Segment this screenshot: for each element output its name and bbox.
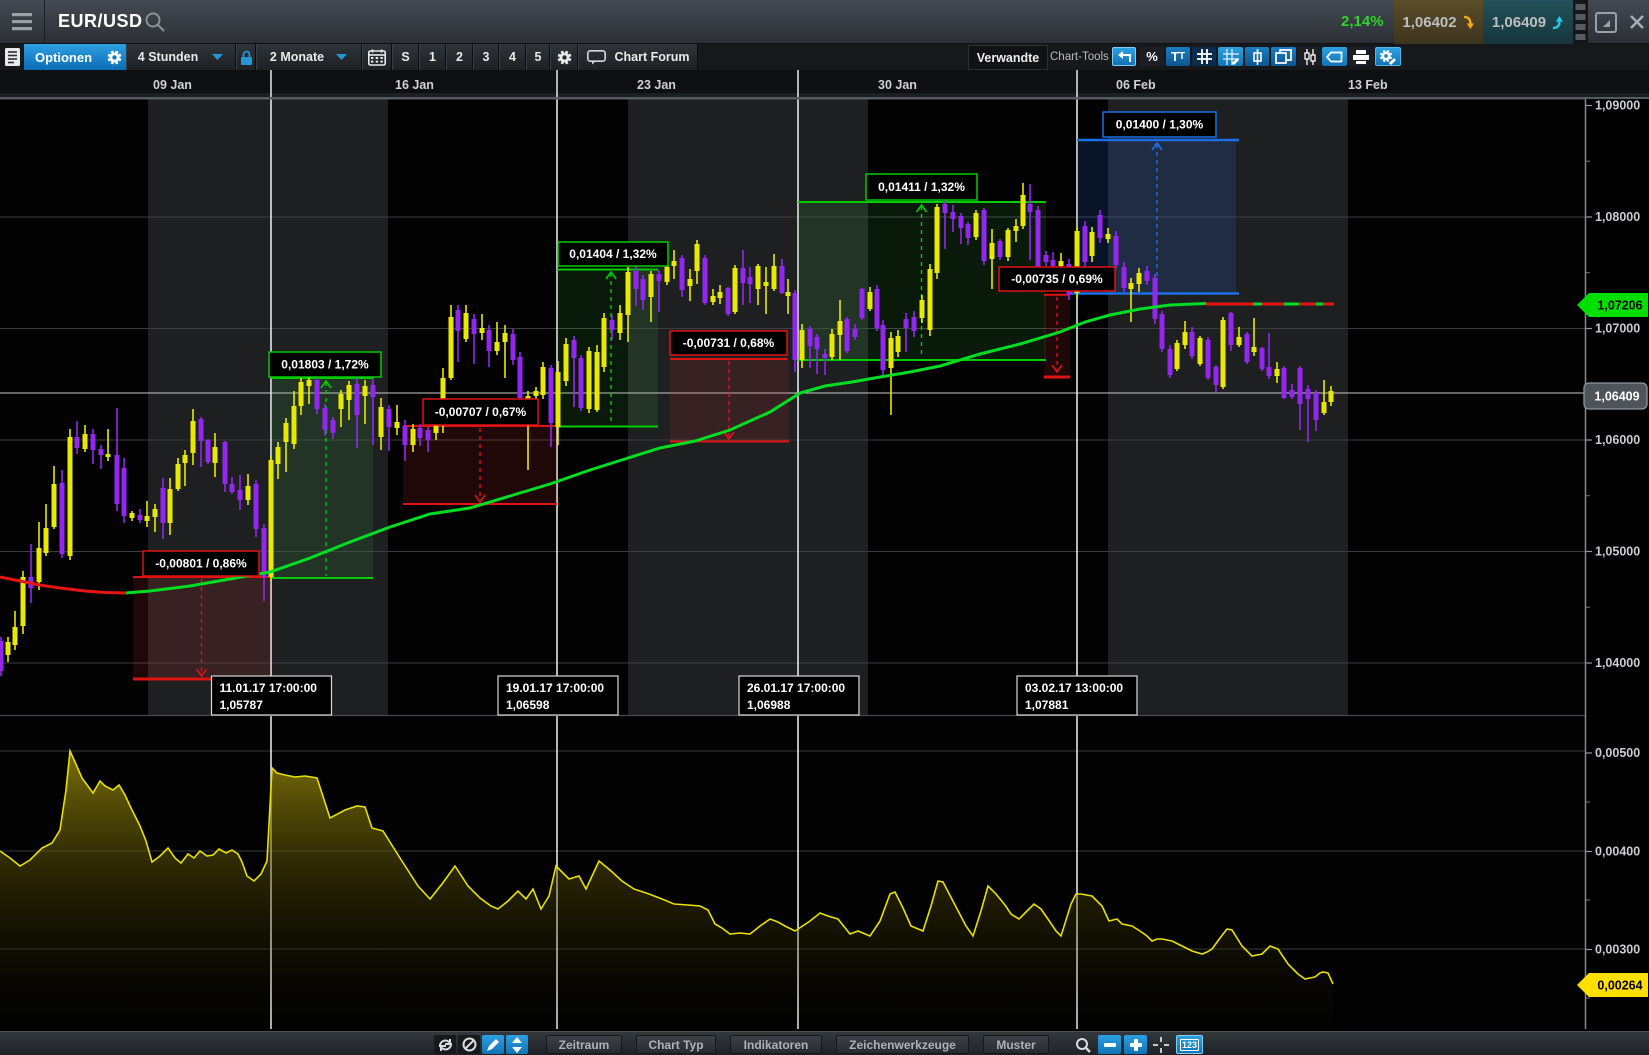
svg-text:26.01.17 17:00:00: 26.01.17 17:00:00 (747, 681, 845, 695)
svg-text:0,00300: 0,00300 (1595, 943, 1640, 957)
svg-text:0,01400 / 1,30%: 0,01400 / 1,30% (1116, 118, 1204, 132)
svg-text:1,07881: 1,07881 (1025, 698, 1069, 712)
svg-text:0,00400: 0,00400 (1595, 845, 1640, 859)
svg-text:06 Feb: 06 Feb (1116, 78, 1156, 92)
svg-text:-0,00731 / 0,68%: -0,00731 / 0,68% (683, 336, 775, 350)
svg-text:0,01803 / 1,72%: 0,01803 / 1,72% (281, 358, 369, 372)
svg-text:1,04000: 1,04000 (1595, 656, 1640, 670)
svg-text:-0,00707 / 0,67%: -0,00707 / 0,67% (435, 405, 527, 419)
svg-text:1,07000: 1,07000 (1595, 322, 1640, 336)
svg-text:09 Jan: 09 Jan (153, 78, 192, 92)
svg-text:1,06988: 1,06988 (747, 698, 791, 712)
svg-text:1,06598: 1,06598 (506, 698, 550, 712)
svg-text:16 Jan: 16 Jan (395, 78, 434, 92)
svg-text:1,06000: 1,06000 (1595, 433, 1640, 447)
svg-text:1,06409: 1,06409 (1594, 390, 1639, 404)
svg-text:1,05787: 1,05787 (220, 698, 264, 712)
svg-text:03.02.17 13:00:00: 03.02.17 13:00:00 (1025, 681, 1123, 695)
svg-text:11.01.17 17:00:00: 11.01.17 17:00:00 (220, 681, 318, 695)
svg-text:1,07206: 1,07206 (1597, 299, 1642, 313)
svg-text:13 Feb: 13 Feb (1348, 78, 1388, 92)
svg-text:1,05000: 1,05000 (1595, 545, 1640, 559)
svg-text:-0,00801 / 0,86%: -0,00801 / 0,86% (155, 557, 247, 571)
svg-text:30 Jan: 30 Jan (878, 78, 917, 92)
svg-text:0,01404 / 1,32%: 0,01404 / 1,32% (569, 247, 657, 261)
svg-text:1,09000: 1,09000 (1595, 99, 1640, 113)
svg-text:1,08000: 1,08000 (1595, 210, 1640, 224)
svg-text:19.01.17 17:00:00: 19.01.17 17:00:00 (506, 681, 604, 695)
svg-text:0,00264: 0,00264 (1597, 979, 1642, 993)
svg-text:0,00500: 0,00500 (1595, 746, 1640, 760)
svg-text:0,01411 / 1,32%: 0,01411 / 1,32% (878, 180, 965, 194)
svg-text:23 Jan: 23 Jan (637, 78, 676, 92)
svg-text:-0,00735 / 0,69%: -0,00735 / 0,69% (1011, 272, 1103, 286)
